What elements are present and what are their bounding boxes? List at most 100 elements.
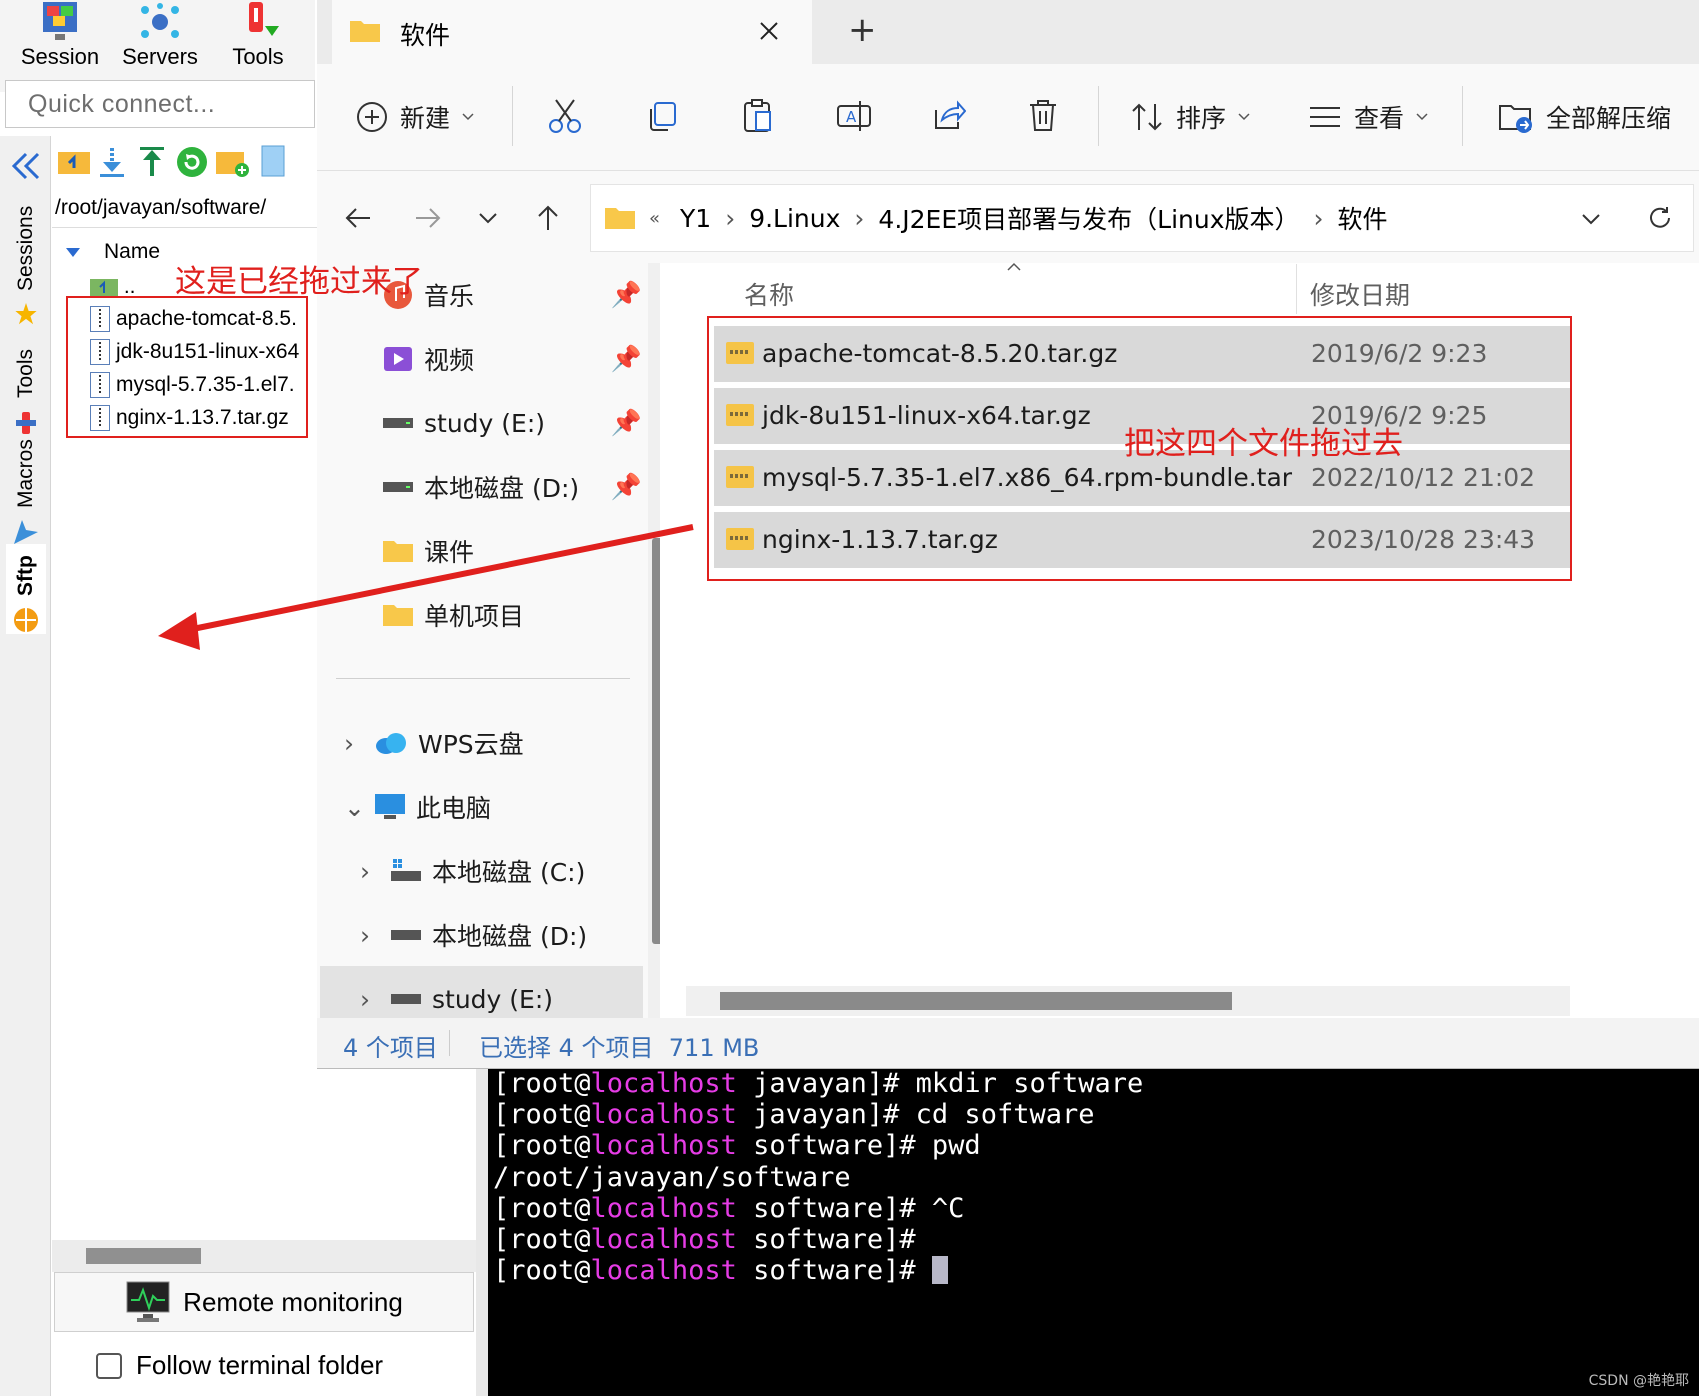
annotation-text-right: 把这四个文件拖过去 bbox=[1124, 426, 1403, 462]
breadcrumb-item[interactable]: 软件 bbox=[1338, 200, 1388, 236]
session-button[interactable]: Session bbox=[10, 0, 110, 92]
new-tab-button[interactable]: + bbox=[848, 10, 877, 50]
nav-item-local-d2[interactable]: › 本地磁盘 (D:) bbox=[360, 906, 587, 964]
extract-all-button[interactable]: 全部解压缩 bbox=[1498, 64, 1671, 170]
paste-icon[interactable] bbox=[742, 98, 774, 134]
pin-icon[interactable]: 📌 bbox=[611, 472, 642, 502]
breadcrumb-item[interactable]: 9.Linux bbox=[749, 204, 840, 233]
delete-icon[interactable] bbox=[1028, 98, 1058, 132]
video-icon bbox=[384, 347, 412, 371]
servers-button[interactable]: Servers bbox=[110, 0, 210, 92]
sftp-col-name-label: Name bbox=[104, 240, 161, 263]
chevron-down-icon[interactable]: ⌄ bbox=[344, 793, 365, 822]
new-folder-icon[interactable] bbox=[216, 148, 250, 178]
nav-item-video[interactable]: 视频 📌 bbox=[382, 330, 642, 388]
drive-icon bbox=[383, 482, 413, 492]
status-divider bbox=[449, 1030, 450, 1056]
quick-connect-input[interactable]: Quick connect... bbox=[5, 80, 315, 128]
explorer-status-bar: 4 个项目 已选择 4 个项目 711 MB bbox=[317, 1018, 1699, 1068]
column-header-name[interactable]: 名称 bbox=[744, 276, 794, 312]
new-button[interactable]: 新建 bbox=[356, 64, 474, 170]
nav-item-single-projects[interactable]: 单机项目 bbox=[382, 586, 642, 644]
tab-sessions[interactable]: Sessions bbox=[6, 206, 46, 326]
pin-icon[interactable]: 📌 bbox=[611, 280, 642, 310]
collapse-chevron-icon[interactable] bbox=[10, 150, 42, 182]
parent-folder-icon[interactable] bbox=[58, 148, 90, 176]
address-bar[interactable]: « Y1 › 9.Linux › 4.J2EE项目部署与发布（Linux版本） … bbox=[590, 184, 1694, 252]
nav-item-label: 单机项目 bbox=[424, 602, 525, 631]
chevron-right-icon[interactable]: › bbox=[360, 857, 380, 886]
session-label: Session bbox=[20, 44, 100, 69]
sftp-toolbar bbox=[52, 136, 318, 188]
breadcrumb-item[interactable]: 4.J2EE项目部署与发布（Linux版本） bbox=[878, 200, 1299, 236]
moba-toolbar: Session Servers Tools bbox=[0, 0, 315, 92]
close-tab-icon[interactable] bbox=[758, 20, 780, 42]
breadcrumb-chevron-icon: › bbox=[1313, 203, 1324, 233]
breadcrumb-item[interactable]: Y1 bbox=[680, 204, 711, 233]
sftp-hscroll-thumb[interactable] bbox=[86, 1248, 201, 1264]
follow-terminal-folder[interactable]: Follow terminal folder bbox=[96, 1350, 383, 1381]
address-dropdown-icon[interactable] bbox=[1581, 213, 1601, 225]
terminal-line: [root@localhost javayan]# mkdir software bbox=[493, 1068, 1144, 1099]
pin-icon[interactable]: 📌 bbox=[611, 408, 642, 438]
chevron-right-icon[interactable]: › bbox=[360, 985, 380, 1014]
nav-item-label: 课件 bbox=[424, 538, 475, 567]
terminal[interactable]: [root@localhost javayan]# mkdir software… bbox=[488, 1068, 1699, 1396]
terminal-line: /root/javayan/software bbox=[493, 1161, 851, 1193]
refresh-icon[interactable] bbox=[176, 146, 208, 178]
parent-dir-label: .. bbox=[123, 275, 136, 298]
explorer-tab[interactable]: 软件 bbox=[332, 0, 812, 64]
remote-monitoring-button[interactable]: Remote monitoring bbox=[54, 1272, 474, 1332]
share-icon[interactable] bbox=[932, 98, 966, 132]
nav-item-label: 视频 bbox=[424, 346, 475, 375]
nav-item-courseware[interactable]: 课件 bbox=[382, 522, 642, 580]
tools-button[interactable]: Tools bbox=[208, 0, 308, 92]
breadcrumb-overflow[interactable]: « bbox=[649, 208, 660, 229]
nav-item-label: 本地磁盘 (D:) bbox=[424, 474, 580, 503]
nav-item-local-d[interactable]: 本地磁盘 (D:) 📌 bbox=[382, 458, 642, 516]
nav-item-this-pc[interactable]: ⌄ 此电脑 bbox=[344, 778, 491, 836]
sort-button[interactable]: 排序 bbox=[1130, 64, 1250, 170]
refresh-icon[interactable] bbox=[1647, 205, 1673, 231]
nav-item-wps-cloud[interactable]: › WPS云盘 bbox=[344, 714, 524, 772]
sort-down-icon bbox=[66, 247, 80, 257]
splitter[interactable] bbox=[476, 1068, 488, 1396]
chevron-right-icon[interactable]: › bbox=[360, 921, 380, 950]
recent-locations-icon[interactable] bbox=[478, 212, 498, 224]
tab-sftp[interactable]: Sftp bbox=[6, 544, 46, 634]
drive-icon bbox=[383, 418, 413, 428]
rename-icon[interactable]: A bbox=[836, 98, 872, 134]
view-icon bbox=[1310, 107, 1340, 127]
nav-item-local-c[interactable]: › 本地磁盘 (C:) bbox=[360, 842, 585, 900]
sort-icon bbox=[1132, 103, 1162, 131]
column-divider[interactable] bbox=[1296, 264, 1297, 314]
sftp-path-field[interactable]: /root/javayan/software/ bbox=[52, 188, 318, 228]
copy-icon[interactable] bbox=[646, 100, 678, 132]
nav-item-label: 本地磁盘 (C:) bbox=[432, 858, 586, 887]
sort-label: 排序 bbox=[1176, 104, 1227, 133]
extract-icon bbox=[1499, 105, 1532, 133]
view-button[interactable]: 查看 bbox=[1308, 64, 1428, 170]
sftp-column-header-name[interactable]: Name bbox=[66, 240, 160, 264]
forward-arrow-icon[interactable] bbox=[414, 206, 442, 230]
tab-tools[interactable]: Tools bbox=[6, 336, 46, 436]
download-icon[interactable] bbox=[98, 146, 126, 178]
content-hscroll-thumb[interactable] bbox=[720, 992, 1232, 1010]
paper-plane-icon bbox=[14, 520, 38, 544]
column-header-date[interactable]: 修改日期 bbox=[1310, 276, 1410, 312]
back-arrow-icon[interactable] bbox=[344, 206, 372, 230]
follow-terminal-checkbox[interactable] bbox=[96, 1352, 122, 1379]
pin-icon[interactable]: 📌 bbox=[611, 344, 642, 374]
session-icon bbox=[43, 2, 77, 40]
monitor-icon bbox=[126, 1281, 170, 1322]
cut-icon[interactable] bbox=[548, 98, 582, 134]
new-file-icon[interactable] bbox=[260, 144, 286, 178]
nav-item-study-e[interactable]: study (E:) 📌 bbox=[382, 394, 642, 452]
chevron-down-icon bbox=[462, 113, 474, 121]
tools-label: Tools bbox=[232, 44, 284, 69]
chevron-right-icon[interactable]: › bbox=[344, 729, 364, 758]
up-arrow-icon[interactable] bbox=[536, 204, 560, 232]
sort-up-icon bbox=[1007, 262, 1021, 271]
tab-macros[interactable]: Macros bbox=[6, 436, 46, 546]
upload-icon[interactable] bbox=[138, 146, 166, 178]
